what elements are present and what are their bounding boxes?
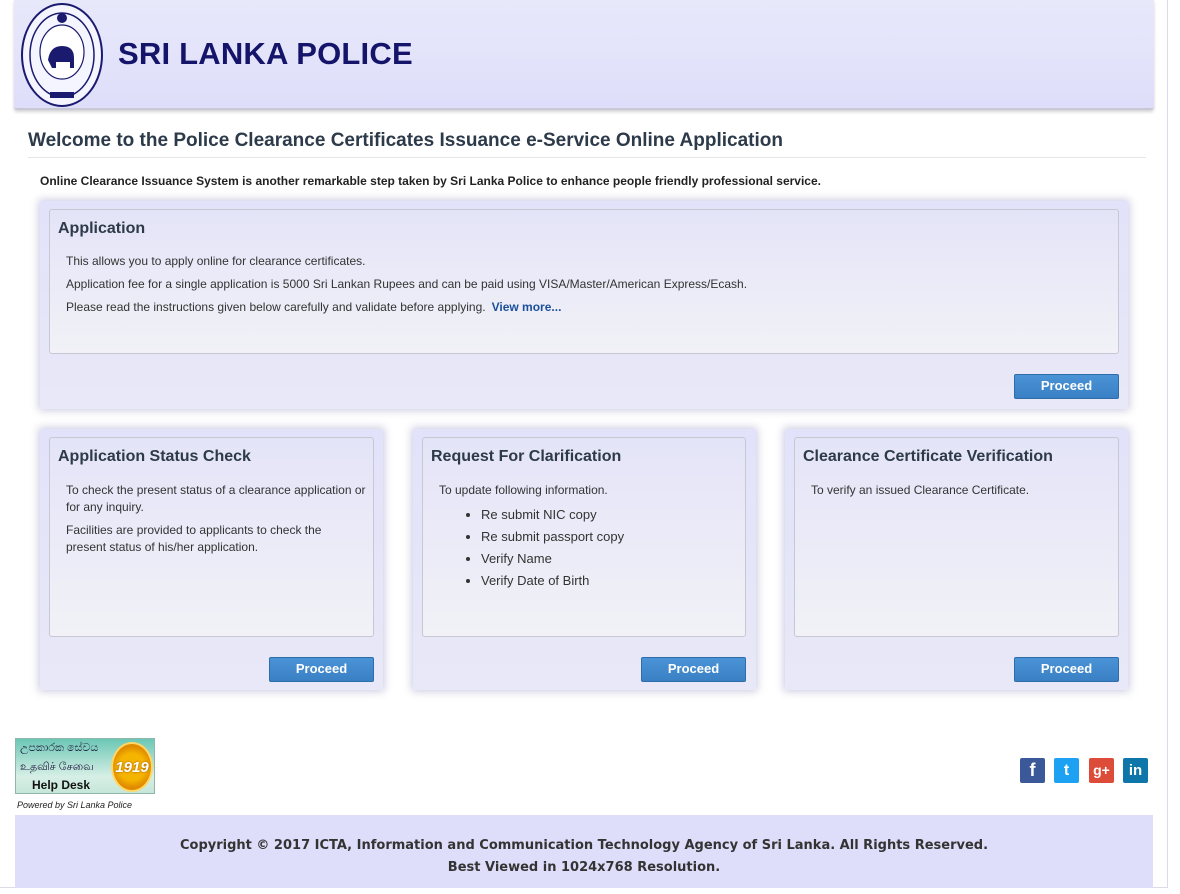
site-footer: Copyright © 2017 ICTA, Information and C…: [15, 815, 1153, 888]
application-line-1: This allows you to apply online for clea…: [66, 254, 366, 268]
verification-card: Clearance Certificate Verification To ve…: [785, 429, 1128, 690]
application-line-3: Please read the instructions given below…: [66, 299, 561, 316]
application-card: Application This allows you to apply onl…: [40, 201, 1128, 409]
clarification-intro: To update following information.: [439, 483, 608, 497]
police-emblem-icon: [21, 3, 103, 107]
application-panel: Application This allows you to apply onl…: [49, 209, 1119, 354]
status-check-text-2: Facilities are provided to applicants to…: [66, 523, 322, 554]
application-instructions: Please read the instructions given below…: [66, 300, 486, 314]
help-desk-banner[interactable]: උපකාරක සේවය உதவிச் சேவை Help Desk 1919: [15, 738, 155, 794]
status-check-panel: Application Status Check To check the pr…: [49, 437, 374, 637]
powered-by-text: Powered by Sri Lanka Police: [17, 800, 133, 810]
help-desk-sinhala-text: උපකාරක සේවය: [20, 742, 99, 754]
help-desk-tamil-text: உதவிச் சேவை: [20, 761, 94, 773]
clarification-panel: Request For Clarification To update foll…: [422, 437, 746, 637]
linkedin-icon[interactable]: in: [1123, 758, 1148, 783]
status-check-proceed-button[interactable]: Proceed: [269, 657, 374, 682]
hotline-badge-icon: 1919: [111, 742, 153, 792]
intro-text: Online Clearance Issuance System is anot…: [40, 174, 821, 188]
site-title: SRI LANKA POLICE: [118, 36, 413, 71]
title-divider: [28, 157, 1146, 158]
clarification-card: Request For Clarification To update foll…: [413, 429, 756, 690]
clarification-title: Request For Clarification: [431, 448, 622, 465]
list-item: Verify Date of Birth: [481, 572, 624, 589]
clarification-list: Re submit NIC copy Re submit passport co…: [481, 506, 624, 594]
site-header: SRI LANKA POLICE: [14, 0, 1154, 110]
copyright-text: Copyright © 2017 ICTA, Information and C…: [179, 838, 989, 853]
page-title: Welcome to the Police Clearance Certific…: [28, 130, 783, 151]
application-proceed-button[interactable]: Proceed: [1014, 374, 1119, 399]
clarification-proceed-button[interactable]: Proceed: [641, 657, 746, 682]
list-item: Re submit passport copy: [481, 528, 624, 545]
status-check-card: Application Status Check To check the pr…: [40, 429, 383, 690]
resolution-text: Best Viewed in 1024x768 Resolution.: [447, 860, 721, 875]
view-more-link[interactable]: View more...: [492, 300, 562, 314]
verification-proceed-button[interactable]: Proceed: [1014, 657, 1119, 682]
verification-title: Clearance Certificate Verification: [803, 448, 1053, 465]
application-line-2: Application fee for a single application…: [66, 277, 748, 291]
status-check-title: Application Status Check: [58, 448, 251, 465]
status-check-text-1: To check the present status of a clearan…: [66, 483, 366, 514]
list-item: Verify Name: [481, 550, 624, 567]
twitter-icon[interactable]: t: [1054, 758, 1079, 783]
google-plus-icon[interactable]: g+: [1089, 758, 1114, 783]
list-item: Re submit NIC copy: [481, 506, 624, 523]
facebook-icon[interactable]: f: [1020, 758, 1045, 783]
verification-panel: Clearance Certificate Verification To ve…: [794, 437, 1119, 637]
help-desk-label: Help Desk: [32, 778, 91, 792]
verification-text: To verify an issued Clearance Certificat…: [811, 483, 1030, 497]
application-title: Application: [58, 220, 146, 237]
